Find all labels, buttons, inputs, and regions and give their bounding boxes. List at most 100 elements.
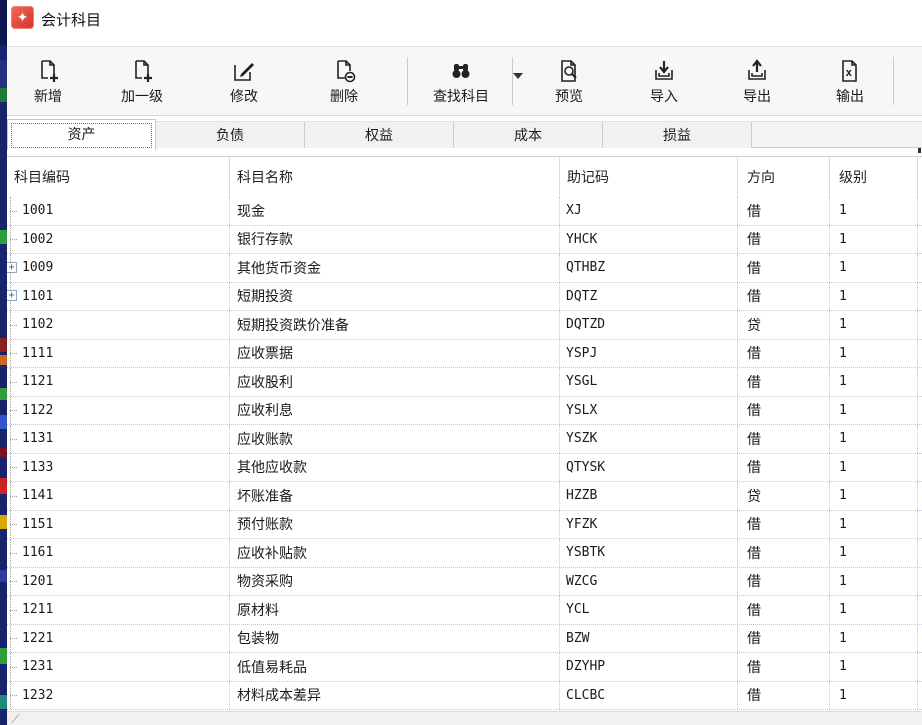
toolbar-button-preview[interactable]: 预览 — [534, 47, 604, 115]
cell-direction: 借 — [738, 539, 830, 567]
cell-mnemonic: BZW — [560, 625, 738, 653]
subject-name: 包装物 — [237, 628, 279, 648]
table-row[interactable]: 1102 短期投资跌价准备 DQTZD 贷 1 — [7, 311, 922, 340]
dropdown-arrow-icon[interactable] — [513, 73, 523, 79]
cell-level: 1 — [830, 226, 918, 254]
subject-name: 应收补贴款 — [237, 543, 307, 563]
subject-code: 1211 — [22, 602, 53, 617]
table-row[interactable]: 1122 应收利息 YSLX 借 1 — [7, 397, 922, 426]
table-row[interactable]: 1111 应收票据 YSPJ 借 1 — [7, 340, 922, 369]
table-row[interactable]: 1131 应收账款 YSZK 借 1 — [7, 425, 922, 454]
table-row[interactable]: 1009 + 其他货币资金 QTHBZ 借 1 — [7, 254, 922, 283]
toolbar-button-import[interactable]: 导入 — [629, 47, 699, 115]
level-value: 1 — [839, 517, 847, 532]
cell-code: 1133 — [7, 454, 230, 482]
tree-dash — [10, 610, 17, 611]
subject-name: 预付账款 — [237, 514, 293, 534]
cell-mnemonic: DZYHP — [560, 653, 738, 681]
cell-level: 1 — [830, 568, 918, 596]
column-header-mnemonic[interactable]: 助记码 — [560, 157, 738, 197]
cell-level: 1 — [830, 283, 918, 311]
toolbar-button-find[interactable]: 查找科目 — [413, 47, 509, 115]
toolbar-button-delete[interactable]: 删除 — [309, 47, 379, 115]
subject-code: 1009 — [22, 260, 53, 275]
category-tabstrip: 资产 负债 权益 成本 损益 — [7, 121, 922, 148]
tab-label: 负债 — [216, 127, 244, 143]
cell-code: 1002 — [7, 226, 230, 254]
toolbar-button-label: 导入 — [650, 86, 678, 106]
table-row[interactable]: 1211 原材料 YCL 借 1 — [7, 596, 922, 625]
tab-损益[interactable]: 损益 — [603, 122, 752, 148]
expand-plus-icon[interactable]: + — [7, 262, 17, 273]
table-row[interactable]: 1002 银行存款 YHCK 借 1 — [7, 226, 922, 255]
cell-direction: 借 — [738, 197, 830, 225]
cell-code: 1009 + — [7, 254, 230, 282]
direction-value: 借 — [747, 286, 761, 306]
tree-dash — [10, 353, 17, 354]
column-header-code[interactable]: 科目编码 — [7, 157, 230, 197]
tree-dash — [10, 382, 17, 383]
level-value: 1 — [839, 374, 847, 389]
toolbar-button-label: 预览 — [555, 86, 583, 106]
column-header-level[interactable]: 级别 — [830, 157, 918, 197]
cell-code: 1161 — [7, 539, 230, 567]
table-row[interactable]: 1161 应收补贴款 YSBTK 借 1 — [7, 539, 922, 568]
cell-name: 低值易耗品 — [230, 653, 560, 681]
table-row[interactable]: 1001 现金 XJ 借 1 — [7, 197, 922, 226]
toolbar-button-new-doc[interactable]: 新增 — [13, 47, 83, 115]
find-icon — [448, 58, 474, 84]
desktop-icon-fragment — [0, 60, 7, 90]
toolbar-button-export[interactable]: 导出 — [722, 47, 792, 115]
level-value: 1 — [839, 574, 847, 589]
tree-dash — [10, 496, 17, 497]
desktop-icon-fragment — [0, 515, 7, 529]
toolbar-button-edit[interactable]: 修改 — [209, 47, 279, 115]
cell-name: 应收票据 — [230, 340, 560, 368]
table-row[interactable]: 1141 坏账准备 HZZB 贷 1 — [7, 482, 922, 511]
mnemonic-code: YCL — [566, 602, 589, 617]
table-row[interactable]: 1101 + 短期投资 DQTZ 借 1 — [7, 283, 922, 312]
table-row[interactable]: 1221 包装物 BZW 借 1 — [7, 625, 922, 654]
table-row[interactable]: 1232 材料成本差异 CLCBC 借 1 — [7, 682, 922, 711]
desktop-icon-fragment — [0, 355, 7, 365]
cell-name: 其他货币资金 — [230, 254, 560, 282]
subject-code: 1122 — [22, 403, 53, 418]
cell-direction: 借 — [738, 283, 830, 311]
table-row[interactable]: 1231 低值易耗品 DZYHP 借 1 — [7, 653, 922, 682]
tab-成本[interactable]: 成本 — [454, 122, 603, 148]
cell-level: 1 — [830, 425, 918, 453]
desktop-icon-fragment — [0, 88, 7, 102]
toolbar-button-label: 查找科目 — [433, 86, 489, 106]
table-row[interactable]: 1201 物资采购 WZCG 借 1 — [7, 568, 922, 597]
level-value: 1 — [839, 488, 847, 503]
tab-权益[interactable]: 权益 — [305, 122, 454, 148]
tab-负债[interactable]: 负债 — [156, 122, 305, 148]
cell-level: 1 — [830, 539, 918, 567]
column-header-name[interactable]: 科目名称 — [230, 157, 560, 197]
expand-plus-icon[interactable]: + — [7, 290, 17, 301]
cell-name: 物资采购 — [230, 568, 560, 596]
table-row[interactable]: 1121 应收股利 YSGL 借 1 — [7, 368, 922, 397]
bottom-scroll-strip[interactable] — [7, 711, 922, 725]
cell-name: 短期投资 — [230, 283, 560, 311]
subject-name: 应收账款 — [237, 429, 293, 449]
direction-value: 借 — [747, 657, 761, 677]
cell-name: 坏账准备 — [230, 482, 560, 510]
toolbar-button-label: 输出 — [836, 86, 864, 106]
cell-direction: 借 — [738, 397, 830, 425]
direction-value: 贷 — [747, 315, 761, 335]
cell-name: 现金 — [230, 197, 560, 225]
table-row[interactable]: 1151 预付账款 YFZK 借 1 — [7, 511, 922, 540]
mnemonic-code: XJ — [566, 203, 582, 218]
subject-name: 原材料 — [237, 600, 279, 620]
toolbar-button-output[interactable]: x 输出 — [815, 47, 885, 115]
tree-dash — [10, 524, 17, 525]
column-header-direction[interactable]: 方向 — [738, 157, 830, 197]
toolbar-button-add-level[interactable]: 加一级 — [100, 47, 184, 115]
cell-mnemonic: YSLX — [560, 397, 738, 425]
tab-资产[interactable]: 资产 — [7, 119, 156, 150]
cell-level: 1 — [830, 596, 918, 624]
table-row[interactable]: 1133 其他应收款 QTYSK 借 1 — [7, 454, 922, 483]
tree-dash — [10, 211, 17, 212]
desktop-icon-fragment — [0, 388, 7, 400]
